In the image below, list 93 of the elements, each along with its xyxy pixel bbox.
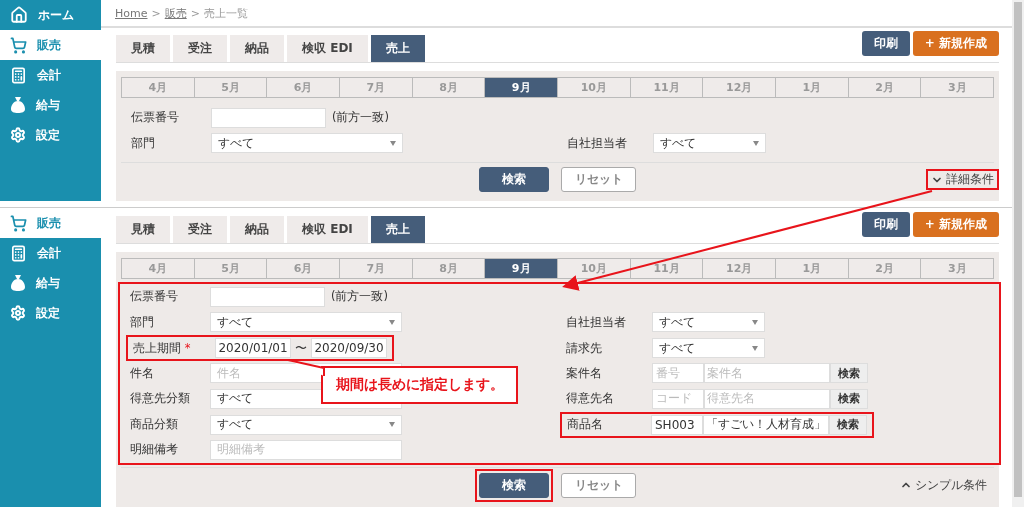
breadcrumb-text: > <box>151 6 161 20</box>
money-bag-icon <box>10 96 26 114</box>
field-label: 得意先名 <box>565 391 615 407</box>
breadcrumb-text: 売上一覧 <box>203 5 248 21</box>
condition-toggle[interactable]: 詳細条件 <box>926 169 999 190</box>
date-field[interactable]: 2020/01/01 <box>215 338 291 358</box>
tab[interactable]: 納品 <box>230 216 284 243</box>
field-label: 部門 <box>130 135 156 151</box>
field-label: 件名 <box>129 365 155 381</box>
nav-label: 販売 <box>37 36 61 54</box>
text-field[interactable] <box>211 107 326 128</box>
field-label: 案件名 <box>565 365 603 381</box>
nav-item[interactable]: 設定 <box>0 120 101 150</box>
select-field[interactable]: すべて <box>211 133 403 154</box>
code-field[interactable]: 番号 <box>652 363 704 384</box>
money-bag-icon <box>10 274 26 292</box>
nav-item[interactable]: 会計 <box>0 60 101 90</box>
nav-label: ホーム <box>38 6 74 24</box>
field-hint: (前方一致) <box>331 289 388 305</box>
select-field[interactable]: すべて <box>210 414 402 435</box>
tab[interactable]: 納品 <box>230 35 284 62</box>
month-tab[interactable]: 9月 <box>484 259 558 278</box>
reset-button[interactable]: リセット <box>561 167 636 192</box>
nav-item[interactable]: 給与 <box>0 268 101 298</box>
nav-item[interactable]: 給与 <box>0 90 101 120</box>
required-mark: * <box>183 340 191 355</box>
select-field[interactable]: すべて <box>653 133 766 154</box>
range-separator: 〜 <box>295 339 307 357</box>
select-field[interactable]: すべて <box>652 312 765 333</box>
settings-icon <box>10 127 26 143</box>
create-button[interactable]: + 新規作成 <box>912 31 999 56</box>
lookup-button[interactable]: 検索 <box>829 414 867 435</box>
nav-item[interactable]: 会計 <box>0 238 101 268</box>
nav-label: 販売 <box>37 214 61 232</box>
nav-item[interactable]: ホーム <box>0 0 101 30</box>
nav-label: 会計 <box>37 66 61 84</box>
tab[interactable]: 受注 <box>173 35 227 62</box>
home-icon <box>10 6 28 24</box>
nav-label: 給与 <box>36 96 60 114</box>
field-label: 伝票番号 <box>130 110 180 126</box>
print-button[interactable]: 印刷 <box>861 31 910 56</box>
cart-icon <box>10 36 27 54</box>
text-field[interactable]: 明細備考 <box>210 439 402 460</box>
tab[interactable]: 見積 <box>116 216 170 243</box>
month-tab[interactable]: 9月 <box>484 78 558 97</box>
create-button[interactable]: + 新規作成 <box>912 212 999 237</box>
tab[interactable]: 受注 <box>173 216 227 243</box>
scrollbar-thumb[interactable] <box>1014 2 1022 497</box>
field-label: 伝票番号 <box>129 289 179 305</box>
search-button[interactable]: 検索 <box>479 167 549 192</box>
nav-label: 会計 <box>37 244 61 262</box>
lookup-button[interactable]: 検索 <box>830 388 868 409</box>
tab[interactable]: 検収 EDI <box>287 216 368 243</box>
select-field[interactable]: すべて <box>652 338 765 358</box>
text-field[interactable] <box>210 286 325 307</box>
field-label: 自社担当者 <box>565 314 627 330</box>
breadcrumb-link[interactable]: Home <box>115 6 148 20</box>
field-label: 商品名 <box>566 417 604 432</box>
condition-toggle[interactable]: シンプル条件 <box>895 474 992 496</box>
breadcrumb-text: > <box>190 6 200 20</box>
field-label: 売上期間 * <box>132 340 192 356</box>
settings-icon <box>10 305 26 321</box>
search-button[interactable]: 検索 <box>479 472 549 498</box>
field-label: 明細備考 <box>129 442 179 458</box>
field-label: 自社担当者 <box>566 135 628 151</box>
name-field[interactable]: 「すごい！人材育成」 <box>703 414 829 435</box>
nav-item[interactable]: 設定 <box>0 298 101 328</box>
code-field[interactable]: SH003 <box>651 414 703 435</box>
nav-item[interactable]: 販売 <box>0 30 101 60</box>
reset-button[interactable]: リセット <box>561 472 636 498</box>
field-label: 商品分類 <box>129 417 179 432</box>
tab[interactable]: 売上 <box>370 35 425 62</box>
lookup-button[interactable]: 検索 <box>830 363 868 384</box>
nav-label: 給与 <box>36 274 60 292</box>
tab[interactable]: 売上 <box>370 216 425 243</box>
field-label: 得意先分類 <box>129 391 191 407</box>
name-field[interactable]: 得意先名 <box>704 388 830 409</box>
field-label: 請求先 <box>565 340 603 356</box>
tab[interactable]: 見積 <box>116 35 170 62</box>
print-button[interactable]: 印刷 <box>861 212 910 237</box>
nav-item[interactable]: 販売 <box>0 208 101 238</box>
nav-label: 設定 <box>36 126 60 144</box>
calculator-icon <box>10 66 27 84</box>
code-field[interactable]: コード <box>652 388 704 409</box>
calculator-icon <box>10 244 27 262</box>
select-field[interactable]: すべて <box>210 312 402 333</box>
field-hint: (前方一致) <box>332 110 389 126</box>
cart-icon <box>10 214 27 232</box>
field-label: 部門 <box>129 314 155 330</box>
tab[interactable]: 検収 EDI <box>287 35 368 62</box>
breadcrumb-link[interactable]: 販売 <box>164 5 187 21</box>
name-field[interactable]: 案件名 <box>704 363 830 384</box>
nav-label: 設定 <box>36 304 60 322</box>
